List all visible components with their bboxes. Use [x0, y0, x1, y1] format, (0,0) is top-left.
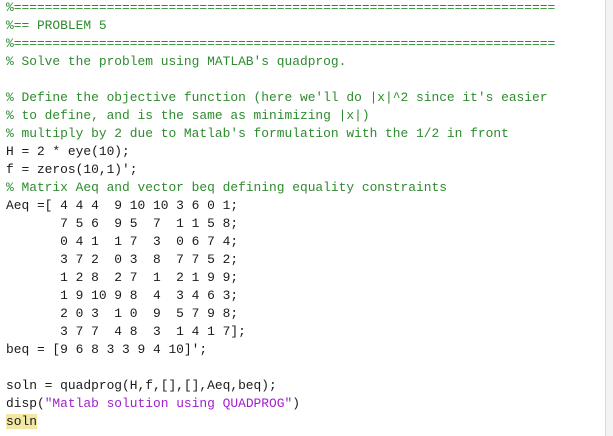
code-line-h: H = 2 * eye(10);	[6, 144, 130, 159]
code-line-beq: beq = [9 6 8 3 3 9 4 10]';	[6, 342, 208, 357]
comment-line: % Define the objective function (here we…	[6, 90, 548, 105]
code-line-soln-output: soln	[6, 413, 37, 431]
code-line-disp: disp("Matlab solution using QUADPROG")	[6, 395, 300, 413]
disp-call-close: )	[292, 396, 300, 411]
comment-line: % Solve the problem using MATLAB's quadp…	[6, 54, 347, 69]
code-line-aeq-row: 2 0 3 1 0 9 5 7 9 8;	[6, 306, 239, 321]
string-literal: "Matlab solution using QUADPROG"	[44, 396, 293, 411]
comment-problem-header: %== PROBLEM 5	[6, 18, 107, 33]
code-line-f: f = zeros(10,1)';	[6, 162, 138, 177]
code-line-aeq-row: 0 4 1 1 7 3 0 6 7 4;	[6, 234, 239, 249]
code-line-aeq-row: 1 2 8 2 7 1 2 1 9 9;	[6, 270, 239, 285]
code-line-aeq-row: 7 5 6 9 5 7 1 1 5 8;	[6, 216, 239, 231]
highlighted-identifier[interactable]: soln	[6, 414, 37, 429]
comment-line: % multiply by 2 due to Matlab's formulat…	[6, 126, 509, 141]
comment-line: % Matrix Aeq and vector beq defining equ…	[6, 180, 447, 195]
code-line-aeq-row: 1 9 10 9 8 4 3 4 6 3;	[6, 288, 239, 303]
disp-call-open: disp(	[6, 396, 45, 411]
comment-line: % to define, and is the same as minimizi…	[6, 108, 370, 123]
comment-separator-line: %=======================================…	[6, 36, 556, 51]
code-line-aeq-row: 3 7 2 0 3 8 7 7 5 2;	[6, 252, 239, 267]
code-line-aeq: Aeq =[ 4 4 4 9 10 10 3 6 0 1;	[6, 198, 239, 213]
code-line-soln: soln = quadprog(H,f,[],[],Aeq,beq);	[6, 378, 277, 393]
vertical-scrollbar[interactable]	[605, 0, 613, 436]
code-line-aeq-row: 3 7 7 4 8 3 1 4 1 7];	[6, 324, 246, 339]
code-editor[interactable]: %=======================================…	[0, 0, 605, 436]
comment-separator-line: %=======================================…	[6, 0, 556, 15]
